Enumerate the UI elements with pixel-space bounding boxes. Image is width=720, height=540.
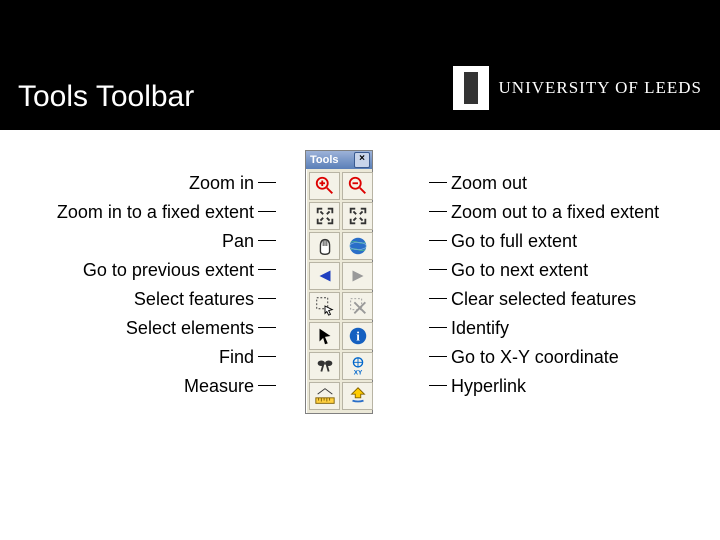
select-elements-button[interactable] (309, 322, 340, 350)
next-extent-icon (347, 265, 369, 287)
label-select-elements: Select elements (126, 319, 254, 337)
full-extent-icon (347, 235, 369, 257)
tools-toolbar-window[interactable]: Tools × i XY (305, 150, 373, 414)
slide-header: Tools Toolbar UNIVERSITY OF LEEDS (0, 0, 720, 130)
university-name: UNIVERSITY OF LEEDS (499, 78, 702, 98)
prev-extent-button[interactable] (309, 262, 340, 290)
close-button[interactable]: × (354, 152, 370, 168)
page-title: Tools Toolbar (18, 80, 194, 114)
fixed-zoom-out-icon (347, 205, 369, 227)
label-hyperlink: Hyperlink (451, 377, 526, 395)
university-brand: UNIVERSITY OF LEEDS (453, 66, 702, 110)
label-next-extent: Go to next extent (451, 261, 588, 279)
identify-button[interactable]: i (342, 322, 373, 350)
tools-toolbar-grid: i XY (306, 169, 372, 413)
prev-extent-icon (314, 265, 336, 287)
pan-button[interactable] (309, 232, 340, 260)
find-button[interactable] (309, 352, 340, 380)
fixed-zoom-in-button[interactable] (309, 202, 340, 230)
university-logo-icon (453, 66, 489, 110)
right-label-column: Zoom out Zoom out to a fixed extent Go t… (425, 168, 705, 400)
select-features-button[interactable] (309, 292, 340, 320)
identify-icon: i (347, 325, 369, 347)
next-extent-button[interactable] (342, 262, 373, 290)
goto-xy-button[interactable]: XY (342, 352, 373, 380)
measure-icon (314, 385, 336, 407)
slide-body: Zoom in Zoom in to a fixed extent Pan Go… (0, 130, 720, 540)
find-icon (314, 355, 336, 377)
clear-selection-icon (347, 295, 369, 317)
label-zoom-in: Zoom in (189, 174, 254, 192)
left-label-column: Zoom in Zoom in to a fixed extent Pan Go… (0, 168, 280, 400)
zoom-out-icon (347, 175, 369, 197)
select-elements-icon (314, 325, 336, 347)
zoom-out-button[interactable] (342, 172, 373, 200)
goto-xy-icon: XY (347, 355, 369, 377)
label-pan: Pan (222, 232, 254, 250)
label-find: Find (219, 348, 254, 366)
tools-toolbar-titlebar[interactable]: Tools × (306, 151, 372, 169)
svg-text:i: i (356, 330, 360, 344)
label-select-features: Select features (134, 290, 254, 308)
label-clear-selection: Clear selected features (451, 290, 636, 308)
label-fixed-zoom-out: Zoom out to a fixed extent (451, 203, 659, 221)
hyperlink-button[interactable] (342, 382, 373, 410)
zoom-in-button[interactable] (309, 172, 340, 200)
fixed-zoom-out-button[interactable] (342, 202, 373, 230)
select-features-icon (314, 295, 336, 317)
zoom-in-icon (314, 175, 336, 197)
label-fixed-zoom-in: Zoom in to a fixed extent (57, 203, 254, 221)
measure-button[interactable] (309, 382, 340, 410)
label-full-extent: Go to full extent (451, 232, 577, 250)
label-zoom-out: Zoom out (451, 174, 527, 192)
label-identify: Identify (451, 319, 509, 337)
fixed-zoom-in-icon (314, 205, 336, 227)
label-measure: Measure (184, 377, 254, 395)
label-prev-extent: Go to previous extent (83, 261, 254, 279)
hyperlink-icon (347, 385, 369, 407)
clear-selection-button[interactable] (342, 292, 373, 320)
svg-text:XY: XY (353, 369, 362, 376)
label-goto-xy: Go to X-Y coordinate (451, 348, 619, 366)
pan-icon (314, 235, 336, 257)
tools-toolbar-title: Tools (308, 154, 339, 166)
full-extent-button[interactable] (342, 232, 373, 260)
